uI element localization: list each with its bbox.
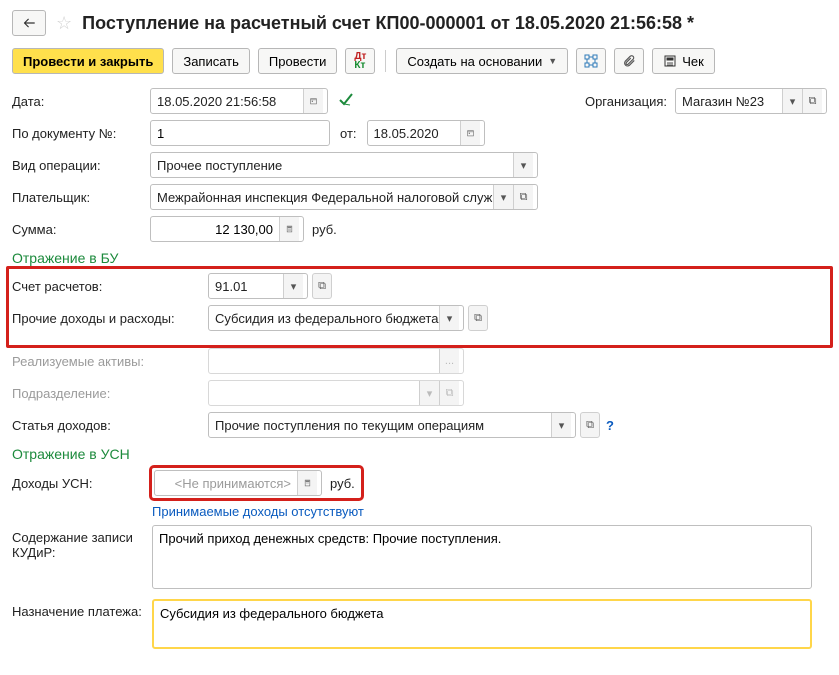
usn-currency: руб.: [330, 476, 355, 491]
account-open-icon[interactable]: ⧉: [312, 273, 332, 299]
kudir-label: Содержание записи КУДиР:: [12, 525, 152, 560]
division-open-icon[interactable]: ⧉: [439, 381, 459, 405]
payer-field[interactable]: Межрайонная инспекция Федеральной налого…: [150, 184, 538, 210]
purpose-label: Назначение платежа:: [12, 599, 152, 619]
from-label: от:: [340, 126, 357, 141]
division-label: Подразделение:: [12, 386, 208, 401]
doc-no-field[interactable]: [150, 120, 330, 146]
check-button-label: Чек: [682, 54, 704, 69]
org-open-icon[interactable]: ⧉: [802, 89, 822, 113]
op-kind-value: Прочее поступление: [151, 153, 513, 177]
income-item-label: Статья доходов:: [12, 418, 208, 433]
income-item-open-icon[interactable]: ⧉: [580, 412, 600, 438]
doc-no-label: По документу №:: [12, 126, 150, 141]
back-button[interactable]: [12, 10, 46, 36]
amount-field[interactable]: [150, 216, 304, 242]
toolbar-separator: [385, 50, 386, 72]
doc-date-value: 18.05.2020: [368, 121, 460, 145]
help-icon[interactable]: ?: [606, 418, 614, 433]
attachments-button[interactable]: [614, 48, 644, 74]
account-label: Счет расчетов:: [12, 279, 208, 294]
purpose-textarea[interactable]: [160, 606, 804, 636]
other-income-value: Субсидия из федерального бюджета: [209, 306, 439, 330]
paperclip-icon: [622, 54, 636, 68]
check-button[interactable]: Чек: [652, 48, 715, 74]
division-value: [209, 381, 419, 405]
account-dropdown-icon[interactable]: ▾: [283, 274, 303, 298]
account-value: 91.01: [209, 274, 283, 298]
doc-date-calendar-icon[interactable]: [460, 121, 480, 145]
kudir-textarea[interactable]: [159, 531, 805, 576]
payer-dropdown-icon[interactable]: ▾: [493, 185, 513, 209]
usn-link[interactable]: Принимаемые доходы отсутствуют: [152, 504, 364, 519]
kudir-field[interactable]: [152, 525, 812, 589]
amount-label: Сумма:: [12, 222, 150, 237]
payer-value: Межрайонная инспекция Федеральной налого…: [151, 185, 493, 209]
related-docs-button[interactable]: [576, 48, 606, 74]
post-button[interactable]: Провести: [258, 48, 338, 74]
section-usn-header: Отражение в УСН: [12, 446, 827, 462]
division-field[interactable]: ▾ ⧉: [208, 380, 464, 406]
chevron-down-icon: ▼: [548, 56, 557, 66]
date-ok-icon: [338, 92, 354, 111]
income-item-field[interactable]: Прочие поступления по текущим операциям …: [208, 412, 576, 438]
account-field[interactable]: 91.01 ▾: [208, 273, 308, 299]
favorite-star-icon[interactable]: ☆: [56, 13, 72, 34]
calendar-icon[interactable]: [303, 89, 323, 113]
post-and-close-button[interactable]: Провести и закрыть: [12, 48, 164, 74]
op-kind-field[interactable]: Прочее поступление ▾: [150, 152, 538, 178]
assets-field[interactable]: ...: [208, 348, 464, 374]
usn-income-label: Доходы УСН:: [12, 476, 152, 491]
usn-income-field[interactable]: <Не принимаются>: [154, 470, 322, 496]
assets-label: Реализуемые активы:: [12, 354, 208, 369]
cash-register-icon: [663, 54, 677, 68]
op-kind-dropdown-icon[interactable]: ▾: [513, 153, 533, 177]
dt-kt-icon: ДтКт: [354, 52, 366, 70]
other-income-label: Прочие доходы и расходы:: [12, 311, 208, 326]
create-based-on-button[interactable]: Создать на основании ▼: [396, 48, 568, 74]
op-kind-label: Вид операции:: [12, 158, 150, 173]
section-bu-header: Отражение в БУ: [12, 250, 827, 266]
doc-date-field[interactable]: 18.05.2020: [367, 120, 485, 146]
usn-income-value: <Не принимаются>: [155, 471, 297, 495]
dt-kt-button[interactable]: ДтКт: [345, 48, 375, 74]
org-value: Магазин №23: [676, 89, 782, 113]
other-income-field[interactable]: Субсидия из федерального бюджета ▾: [208, 305, 464, 331]
purpose-field[interactable]: [152, 599, 812, 649]
date-label: Дата:: [12, 94, 150, 109]
amount-calculator-icon[interactable]: [279, 217, 299, 241]
usn-income-calculator-icon[interactable]: [297, 471, 317, 495]
grid-icon: [584, 54, 598, 68]
payer-open-icon[interactable]: ⧉: [513, 185, 533, 209]
payer-label: Плательщик:: [12, 190, 150, 205]
other-income-dropdown-icon[interactable]: ▾: [439, 306, 459, 330]
org-dropdown-icon[interactable]: ▾: [782, 89, 802, 113]
other-income-open-icon[interactable]: ⧉: [468, 305, 488, 331]
amount-currency: руб.: [312, 222, 337, 237]
org-label: Организация:: [585, 94, 667, 109]
page-title: Поступление на расчетный счет КП00-00000…: [82, 13, 694, 34]
date-value: 18.05.2020 21:56:58: [151, 89, 303, 113]
amount-input[interactable]: [151, 217, 279, 241]
date-field[interactable]: 18.05.2020 21:56:58: [150, 88, 328, 114]
assets-more-icon[interactable]: ...: [439, 349, 459, 373]
create-based-label: Создать на основании: [407, 54, 542, 69]
save-button[interactable]: Записать: [172, 48, 250, 74]
assets-value: [209, 349, 439, 373]
income-item-dropdown-icon[interactable]: ▾: [551, 413, 571, 437]
doc-no-input[interactable]: [151, 121, 329, 145]
division-dropdown-icon[interactable]: ▾: [419, 381, 439, 405]
income-item-value: Прочие поступления по текущим операциям: [209, 413, 551, 437]
org-field[interactable]: Магазин №23 ▾ ⧉: [675, 88, 827, 114]
